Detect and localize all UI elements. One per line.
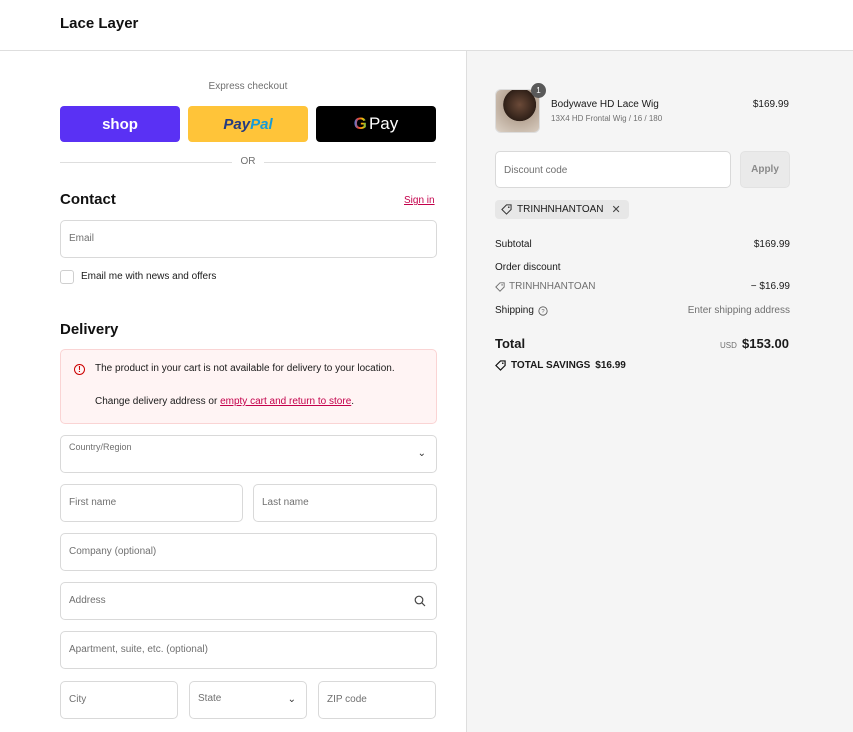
zip-field[interactable]: ZIP code xyxy=(318,681,436,719)
order-discount-code-row: TRINHNHANTOAN − $16.99 xyxy=(495,281,790,295)
state-placeholder: State xyxy=(198,693,222,704)
savings-value: $16.99 xyxy=(595,360,626,371)
subtotal-row: Subtotal $169.99 xyxy=(495,239,790,250)
newsletter-checkbox[interactable] xyxy=(60,270,74,284)
error-action-text: Change delivery address or empty cart an… xyxy=(95,396,354,407)
error-message: The product in your cart is not availabl… xyxy=(95,363,395,374)
discount-code-input[interactable]: Discount code xyxy=(495,151,731,188)
brand-logo[interactable]: Lace Layer xyxy=(60,15,138,32)
email-field[interactable]: Email xyxy=(60,220,437,258)
zip-placeholder: ZIP code xyxy=(327,694,367,705)
shipping-label-wrap: Shipping ? xyxy=(495,305,548,316)
chevron-down-icon: ⌄ xyxy=(287,694,296,705)
empty-cart-link[interactable]: empty cart and return to store xyxy=(220,396,351,407)
first-name-field[interactable]: First name xyxy=(60,484,243,522)
quantity-badge: 1 xyxy=(531,83,546,98)
remove-discount-icon[interactable]: ✕ xyxy=(611,203,620,216)
shop-pay-button[interactable]: shop xyxy=(60,106,180,142)
google-pay-button[interactable]: G Pay xyxy=(316,106,436,142)
applied-discount-chip: TRINHNHANTOAN ✕ xyxy=(495,200,629,219)
paypal-button[interactable]: PayPal xyxy=(188,106,308,142)
apartment-placeholder: Apartment, suite, etc. (optional) xyxy=(69,644,208,655)
currency-code: USD xyxy=(720,341,737,350)
tag-icon xyxy=(495,281,505,292)
search-icon xyxy=(414,595,426,607)
order-discount-value: − $16.99 xyxy=(750,281,790,292)
or-divider: OR xyxy=(60,155,436,169)
sign-in-link[interactable]: Sign in xyxy=(404,195,435,206)
subtotal-value: $169.99 xyxy=(753,239,790,250)
city-field[interactable]: City xyxy=(60,681,178,719)
discount-placeholder: Discount code xyxy=(504,165,568,176)
apply-discount-button[interactable]: Apply xyxy=(740,151,790,188)
alert-circle-icon: ! xyxy=(74,364,85,375)
google-g-icon: G xyxy=(353,114,367,133)
product-variant: 13X4 HD Frontal Wig / 16 / 180 xyxy=(551,114,663,123)
email-placeholder: Email xyxy=(69,233,95,244)
paypal-pay-text: Pay xyxy=(223,115,251,133)
svg-text:?: ? xyxy=(541,309,545,315)
address-field[interactable]: Address xyxy=(60,582,437,620)
company-field[interactable]: Company (optional) xyxy=(60,533,437,571)
order-discount-code: TRINHNHANTOAN xyxy=(495,281,595,292)
express-checkout-label: Express checkout xyxy=(208,81,288,92)
address-placeholder: Address xyxy=(69,595,106,606)
delivery-heading: Delivery xyxy=(60,321,119,338)
state-select[interactable]: State ⌄ xyxy=(189,681,307,719)
savings-label: TOTAL SAVINGS xyxy=(511,360,591,371)
paypal-pal-text: Pal xyxy=(250,115,273,133)
paypal-label: PayPal xyxy=(223,116,272,133)
checkout-form-column: Express checkout shop PayPal G Pay OR Co… xyxy=(0,51,466,732)
tag-icon xyxy=(501,204,512,215)
chevron-down-icon: ⌄ xyxy=(417,448,426,459)
shipping-label: Shipping xyxy=(495,305,534,316)
help-circle-icon[interactable]: ? xyxy=(538,305,548,316)
first-name-placeholder: First name xyxy=(69,497,117,508)
order-discount-code-text: TRINHNHANTOAN xyxy=(509,281,596,292)
total-label: Total xyxy=(495,336,526,351)
newsletter-label: Email me with news and offers xyxy=(81,271,217,282)
order-discount-label: Order discount xyxy=(495,262,561,273)
error-suffix: . xyxy=(351,396,355,407)
error-prefix: Change delivery address or xyxy=(95,396,221,407)
country-label: Country/Region xyxy=(69,442,132,452)
last-name-placeholder: Last name xyxy=(262,497,309,508)
contact-heading: Contact xyxy=(60,191,116,208)
subtotal-label: Subtotal xyxy=(495,239,532,250)
applied-discount-code: TRINHNHANTOAN xyxy=(517,204,604,215)
product-name: Bodywave HD Lace Wig xyxy=(551,99,659,110)
last-name-field[interactable]: Last name xyxy=(253,484,437,522)
shipping-row: Shipping ? Enter shipping address xyxy=(495,305,790,316)
delivery-error-banner: ! The product in your cart is not availa… xyxy=(60,349,437,424)
country-select[interactable]: Country/Region ⌄ xyxy=(60,435,437,473)
product-price: $169.99 xyxy=(752,99,789,110)
order-discount-row: Order discount xyxy=(495,262,790,273)
tag-icon xyxy=(495,360,506,371)
company-placeholder: Company (optional) xyxy=(69,546,157,557)
shipping-value: Enter shipping address xyxy=(687,305,790,316)
total-savings: TOTAL SAVINGS $16.99 xyxy=(495,360,626,371)
apartment-field[interactable]: Apartment, suite, etc. (optional) xyxy=(60,631,437,669)
city-placeholder: City xyxy=(69,694,87,705)
order-summary: 1 Bodywave HD Lace Wig 13X4 HD Frontal W… xyxy=(466,51,853,732)
total-value: $153.00 xyxy=(742,336,789,351)
top-header: Lace Layer xyxy=(0,0,853,51)
shop-pay-label: shop xyxy=(102,115,138,133)
google-pay-label: Pay xyxy=(368,114,399,133)
or-label: OR xyxy=(240,156,256,167)
